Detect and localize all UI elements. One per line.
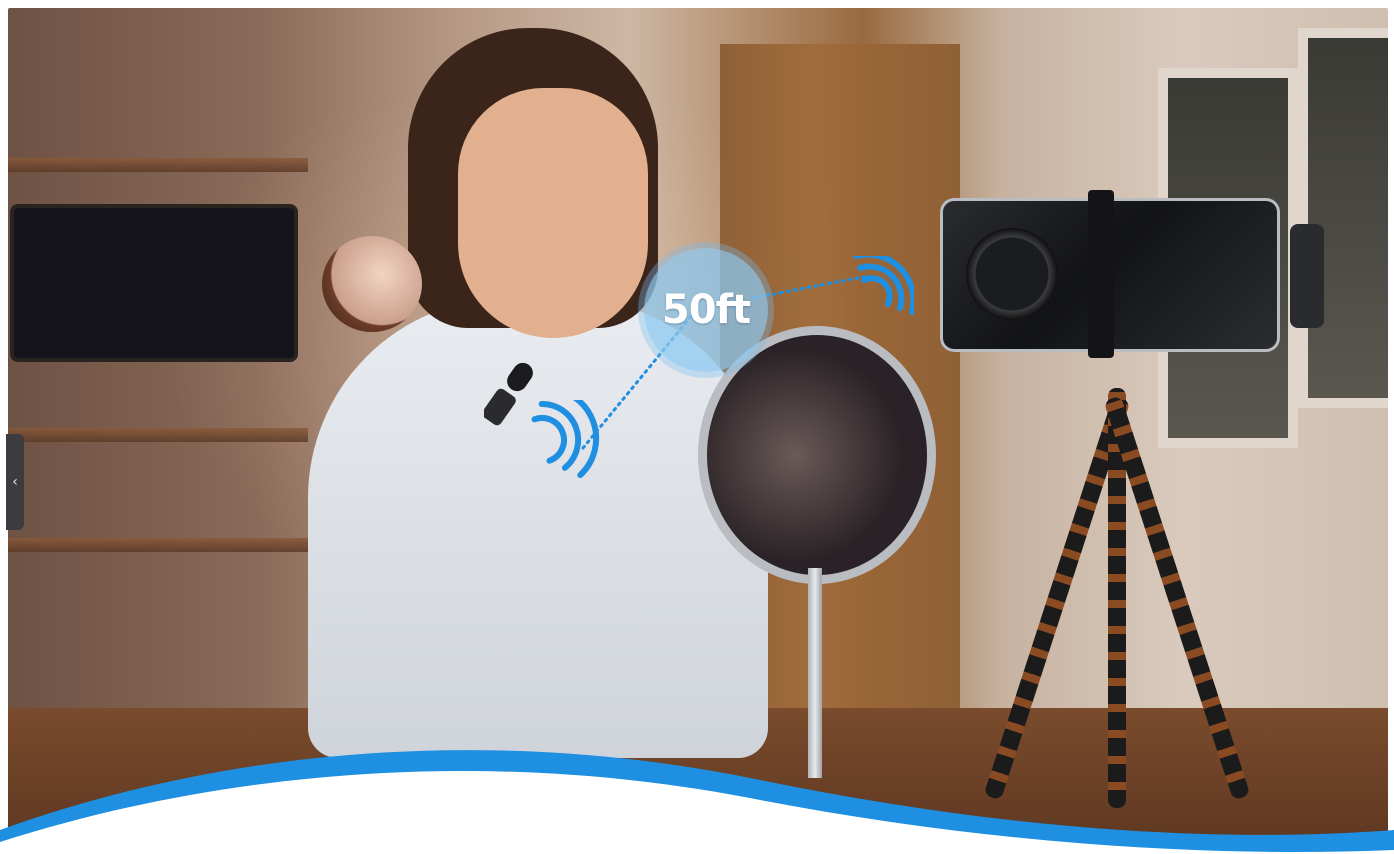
- wifi-signal-icon: [853, 256, 914, 315]
- shelf: [8, 538, 308, 552]
- bottom-wave: [0, 750, 1394, 854]
- shelf: [8, 158, 308, 172]
- wifi-signal-icon: [531, 400, 600, 479]
- distance-label: 50ft: [661, 287, 751, 333]
- shelf: [8, 428, 308, 442]
- wireless-receiver: [1290, 224, 1324, 328]
- window: [1298, 28, 1388, 408]
- product-image-frame: 50ft ‹: [0, 0, 1394, 854]
- television: [14, 208, 294, 358]
- chevron-left-icon: ‹: [12, 474, 18, 490]
- person-face: [458, 88, 648, 338]
- makeup-compact: [322, 236, 422, 332]
- distance-badge: 50ft: [644, 248, 768, 372]
- camera-module: [966, 228, 1058, 320]
- phone-clamp: [1088, 190, 1114, 358]
- carousel-prev-button[interactable]: ‹: [6, 434, 24, 530]
